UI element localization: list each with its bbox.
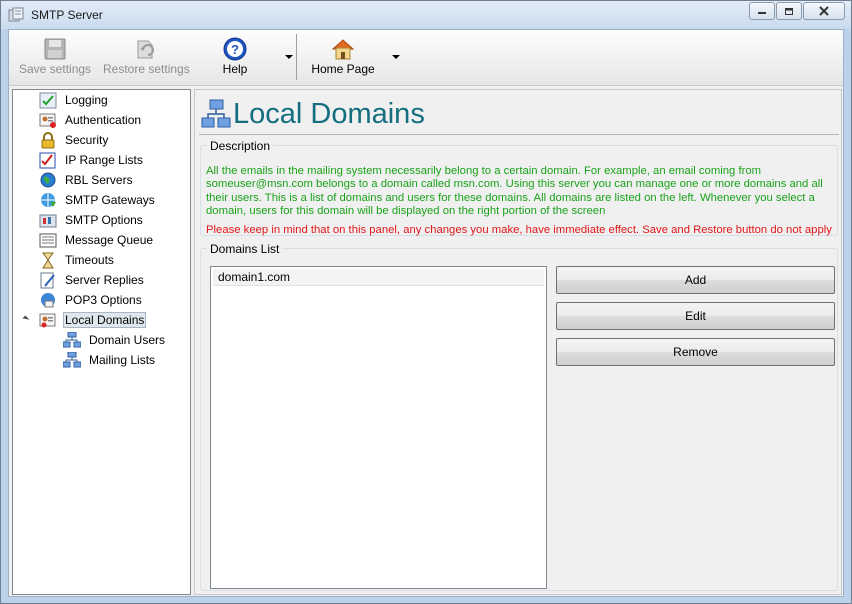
add-button[interactable]: Add xyxy=(556,266,835,294)
help-button[interactable]: ? Help xyxy=(205,34,265,82)
tree-item-mailing-lists[interactable]: Mailing Lists xyxy=(63,351,157,369)
navigation-tree[interactable]: Logging Authentication Security IP Range… xyxy=(12,89,191,595)
description-legend: Description xyxy=(207,139,274,153)
replies-icon xyxy=(40,272,55,288)
pop3-icon xyxy=(41,292,55,307)
tree-item-label: Message Queue xyxy=(65,233,154,247)
network-icon xyxy=(63,351,81,367)
page-title: Local Domains xyxy=(233,98,425,130)
tree-item-label: Domain Users xyxy=(89,333,166,347)
svg-text:?: ? xyxy=(231,42,239,57)
lock-icon xyxy=(41,131,55,148)
edit-button[interactable]: Edit xyxy=(556,302,835,330)
home-dropdown-arrow[interactable] xyxy=(392,55,400,59)
authentication-icon xyxy=(39,113,56,128)
queue-icon xyxy=(39,233,57,247)
tree-item-label: Local Domains xyxy=(63,312,147,328)
minimize-button[interactable] xyxy=(749,2,775,20)
domains-listbox[interactable]: domain1.com xyxy=(210,266,547,589)
client-area: Save settings Restore settings ? Help Ho… xyxy=(8,29,844,597)
tree-item-ip-range-lists[interactable]: IP Range Lists xyxy=(39,151,145,169)
remove-button[interactable]: Remove xyxy=(556,338,835,366)
network-icon xyxy=(63,331,81,347)
network-icon xyxy=(201,99,231,128)
timer-icon xyxy=(42,252,54,268)
tree-item-authentication[interactable]: Authentication xyxy=(39,111,143,129)
window-title: SMTP Server xyxy=(31,8,103,22)
local-domains-icon xyxy=(39,313,56,327)
tree-item-label: Logging xyxy=(65,93,108,107)
domains-list-legend: Domains List xyxy=(207,242,283,256)
close-button[interactable] xyxy=(803,2,845,20)
home-page-button[interactable]: Home Page xyxy=(309,34,377,82)
tree-item-label: SMTP Gateways xyxy=(65,193,155,207)
tree-item-pop3-options[interactable]: POP3 Options xyxy=(39,291,144,309)
tree-item-message-queue[interactable]: Message Queue xyxy=(39,231,155,249)
ip-range-icon xyxy=(39,152,56,168)
restore-settings-button[interactable]: Restore settings xyxy=(103,34,190,82)
domains-list-group: Domains List domain1.com Add Edit Remove xyxy=(200,242,838,591)
tree-item-timeouts[interactable]: Timeouts xyxy=(39,251,116,269)
local-domains-panel: Local Domains Description All the emails… xyxy=(194,89,842,595)
home-icon xyxy=(331,39,355,60)
tree-item-label: RBL Servers xyxy=(65,173,133,187)
globe-icon xyxy=(40,172,56,187)
tree-item-label: Security xyxy=(65,133,109,147)
app-icon xyxy=(8,7,24,22)
minimize-icon xyxy=(758,12,766,14)
tree-item-smtp-gateways[interactable]: SMTP Gateways xyxy=(39,191,157,209)
save-settings-label: Save settings xyxy=(19,62,92,76)
tree-item-rbl-servers[interactable]: RBL Servers xyxy=(39,171,135,189)
help-label: Help xyxy=(222,62,248,76)
toolbar: Save settings Restore settings ? Help Ho… xyxy=(9,30,843,86)
collapse-expander[interactable] xyxy=(22,315,30,323)
tree-item-label: Server Replies xyxy=(65,273,144,287)
list-item[interactable]: domain1.com xyxy=(213,269,544,286)
title-bar[interactable]: SMTP Server xyxy=(1,1,851,29)
tree-item-label: Authentication xyxy=(65,113,142,127)
app-window: SMTP Server Save settings Restore settin… xyxy=(0,0,852,604)
help-icon: ? xyxy=(223,37,247,61)
logging-icon xyxy=(39,92,57,108)
tree-item-server-replies[interactable]: Server Replies xyxy=(39,271,146,289)
gateway-icon xyxy=(41,192,56,207)
close-icon xyxy=(819,6,829,16)
tree-item-local-domains[interactable]: Local Domains xyxy=(39,311,147,329)
maximize-button[interactable] xyxy=(776,2,802,20)
tree-item-label: Mailing Lists xyxy=(89,353,156,367)
save-settings-button[interactable]: Save settings xyxy=(19,34,91,82)
help-dropdown-arrow[interactable] xyxy=(285,55,293,59)
restore-icon xyxy=(137,40,154,59)
tree-item-security[interactable]: Security xyxy=(39,131,110,149)
floppy-disk-icon xyxy=(44,38,66,60)
tree-item-label: SMTP Options xyxy=(65,213,143,227)
tree-item-label: IP Range Lists xyxy=(65,153,143,167)
tree-item-label: Timeouts xyxy=(65,253,114,267)
tree-item-label: POP3 Options xyxy=(65,293,142,307)
tree-item-logging[interactable]: Logging xyxy=(39,91,110,109)
description-group: Description All the emails in the mailin… xyxy=(200,139,838,236)
tree-item-smtp-options[interactable]: SMTP Options xyxy=(39,211,145,229)
warning-text: Please keep in mind that on this panel, … xyxy=(206,224,832,236)
tree-item-domain-users[interactable]: Domain Users xyxy=(63,331,167,349)
title-divider xyxy=(199,134,839,135)
maximize-icon xyxy=(785,7,793,15)
description-text: All the emails in the mailing system nec… xyxy=(206,165,823,218)
toolbar-separator xyxy=(296,34,297,80)
home-page-label: Home Page xyxy=(311,62,375,76)
options-icon xyxy=(39,214,57,227)
restore-settings-label: Restore settings xyxy=(103,62,190,76)
